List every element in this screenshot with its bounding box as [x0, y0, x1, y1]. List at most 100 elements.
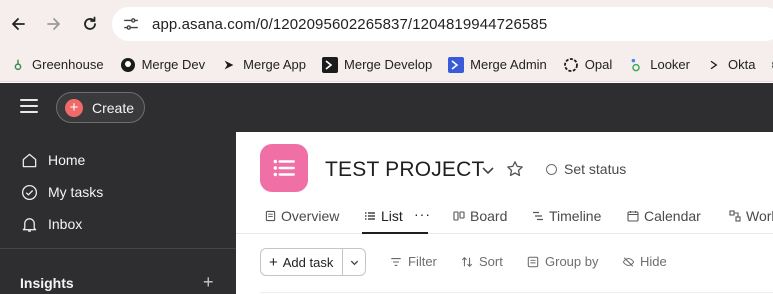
sidebar: Home My tasks Inbox Insights +: [0, 132, 236, 294]
bookmark-merge-app[interactable]: Merge App: [221, 57, 306, 73]
calendar-icon: [627, 210, 639, 222]
tab-board[interactable]: Board: [453, 208, 507, 224]
tab-label: Calendar: [644, 208, 701, 224]
set-status-label: Set status: [564, 161, 627, 177]
bell-icon: [20, 215, 38, 233]
tab-workflow[interactable]: Workflow: [729, 208, 773, 224]
home-icon: [20, 151, 38, 169]
status-circle-icon: [546, 163, 557, 175]
bookmark-label: Merge Develop: [344, 57, 433, 72]
plus-icon: +: [269, 253, 278, 271]
bookmark-label: Greenhouse: [32, 57, 104, 72]
bookmark-opal[interactable]: Opal: [563, 57, 612, 73]
site-settings-icon[interactable]: [120, 13, 142, 35]
add-insight-icon[interactable]: +: [203, 273, 214, 291]
browser-toolbar: app.asana.com/0/1202095602265837/1204819…: [0, 0, 773, 48]
address-bar[interactable]: app.asana.com/0/1202095602265837/1204819…: [112, 7, 773, 41]
merge-arrow-icon: [221, 57, 237, 73]
filter-button[interactable]: Filter: [389, 254, 437, 269]
set-status-button[interactable]: Set status: [546, 161, 626, 177]
bookmark-okta[interactable]: Okta: [706, 57, 755, 73]
sidebar-item-label: My tasks: [48, 184, 104, 200]
timeline-icon: [532, 210, 544, 222]
create-label: Create: [92, 99, 135, 116]
add-task-button[interactable]: + Add task: [261, 249, 344, 275]
reload-icon: [84, 16, 96, 30]
project-main: TEST PROJECT Set status Overview List ··…: [236, 132, 773, 294]
reload-button[interactable]: [72, 6, 108, 42]
bookmark-looker[interactable]: Looker: [628, 57, 690, 73]
group-by-button[interactable]: Group by: [526, 254, 598, 269]
forward-button[interactable]: [36, 6, 72, 42]
project-list-icon[interactable]: [260, 144, 308, 192]
merge-admin-icon: [448, 56, 465, 73]
bookmark-label: Merge Admin: [470, 57, 547, 72]
sidebar-item-inbox[interactable]: Inbox: [20, 213, 82, 235]
tab-label: Board: [470, 208, 508, 224]
filter-label: Filter: [408, 254, 437, 269]
opal-icon: [563, 57, 579, 73]
divider: [260, 292, 773, 293]
bookmark-label: Merge App: [243, 57, 307, 72]
tab-label: Workflow: [746, 208, 773, 224]
add-task-label: Add task: [282, 254, 334, 270]
okta-icon: [706, 57, 722, 73]
add-task-button-group: + Add task: [260, 248, 367, 276]
terminal-icon: [322, 56, 339, 73]
chevron-down-icon[interactable]: [480, 162, 496, 178]
group-icon: [526, 255, 540, 269]
sort-label: Sort: [479, 254, 503, 269]
arrow-right-icon: [47, 18, 60, 30]
project-title[interactable]: TEST PROJECT: [325, 158, 485, 182]
tab-overview[interactable]: Overview: [264, 208, 339, 224]
bookmark-label: Looker: [650, 57, 690, 72]
sidebar-item-label: Home: [48, 152, 86, 168]
check-circle-icon: [20, 183, 38, 201]
add-task-dropdown[interactable]: [343, 249, 365, 275]
sidebar-divider: [0, 248, 236, 249]
list-icon: [364, 210, 376, 222]
group-by-label: Group by: [545, 254, 599, 269]
tab-label: List: [381, 208, 403, 224]
chevron-down-icon: [350, 260, 359, 265]
list-toolbar: + Add task Filter Sort Group by Hide: [236, 234, 773, 294]
project-tabs: Overview List ··· Board Timeline Calenda…: [236, 204, 773, 234]
hide-button[interactable]: Hide: [621, 254, 667, 269]
bookmark-merge-admin[interactable]: Merge Admin: [448, 56, 547, 73]
looker-icon: [628, 57, 644, 73]
tab-list[interactable]: List: [364, 208, 403, 224]
tab-calendar[interactable]: Calendar: [627, 208, 701, 224]
board-icon: [453, 210, 465, 222]
sidebar-item-label: Inbox: [48, 216, 83, 232]
greenhouse-icon: [10, 57, 26, 73]
arrow-left-icon: [12, 18, 25, 30]
bookmark-label: Merge Dev: [141, 57, 206, 72]
menu-icon[interactable]: [20, 99, 38, 113]
tab-more-options[interactable]: ···: [414, 206, 431, 222]
bookmark-label: Okta: [727, 57, 756, 72]
tab-timeline[interactable]: Timeline: [532, 208, 601, 224]
workflow-icon: [729, 210, 741, 222]
sidebar-item-home[interactable]: Home: [20, 149, 85, 171]
tab-label: Overview: [281, 208, 340, 224]
bookmark-label: Opal: [584, 57, 613, 72]
plus-icon: +: [65, 98, 83, 117]
url-text[interactable]: app.asana.com/0/1202095602265837/1204819…: [152, 16, 547, 33]
github-icon: [120, 57, 136, 73]
tab-label: Timeline: [549, 208, 602, 224]
star-icon[interactable]: [506, 160, 524, 178]
sort-button[interactable]: Sort: [460, 254, 503, 269]
eye-off-icon: [621, 255, 635, 269]
back-button[interactable]: [0, 6, 36, 42]
bookmarks-bar: Greenhouse Merge Dev Merge App Merge Dev…: [0, 48, 773, 82]
bookmark-merge-dev[interactable]: Merge Dev: [120, 57, 206, 73]
hide-label: Hide: [640, 254, 667, 269]
asana-topbar: + Create: [0, 83, 773, 132]
sidebar-section-insights[interactable]: Insights: [20, 275, 74, 291]
sidebar-item-my-tasks[interactable]: My tasks: [20, 181, 103, 203]
create-button[interactable]: + Create: [56, 92, 145, 123]
sort-icon: [460, 255, 474, 269]
bookmark-merge-develop[interactable]: Merge Develop: [322, 56, 433, 73]
filter-icon: [389, 255, 403, 269]
bookmark-greenhouse[interactable]: Greenhouse: [10, 57, 104, 73]
